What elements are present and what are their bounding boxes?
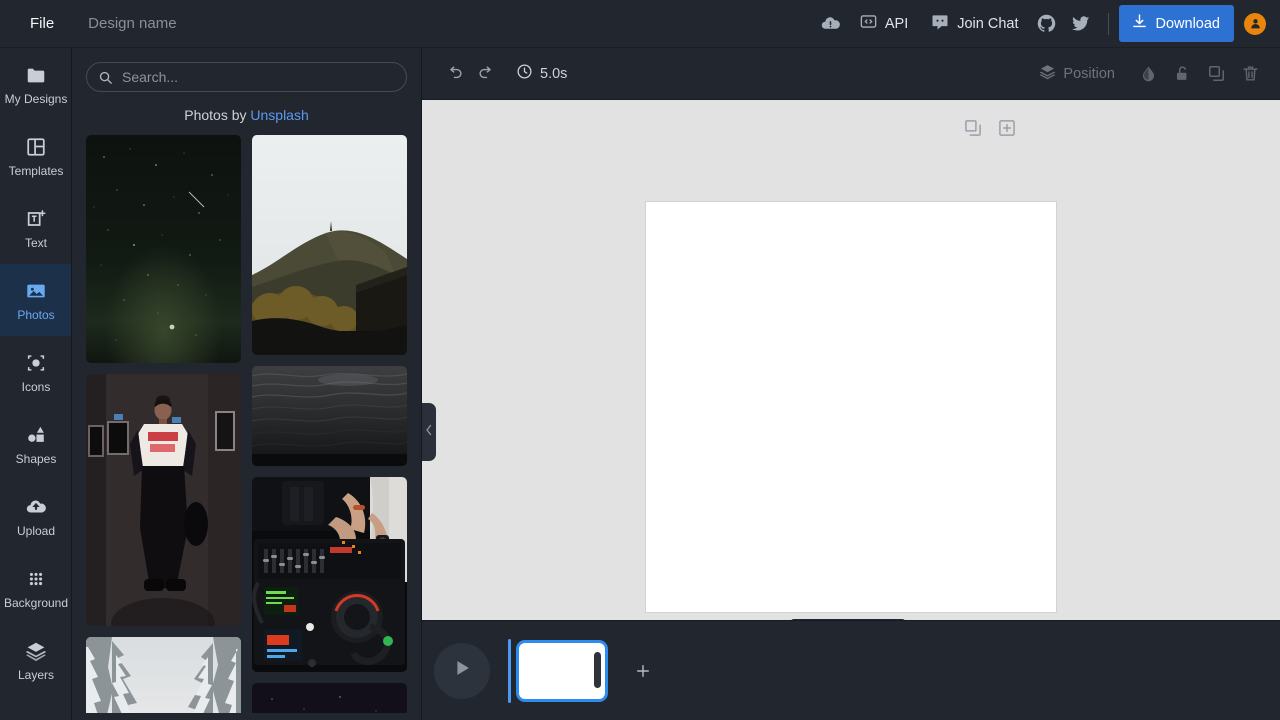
thumbnail-scrollbar[interactable] bbox=[594, 652, 601, 688]
position-label: Position bbox=[1063, 66, 1115, 82]
search-icon bbox=[98, 70, 113, 85]
search-input[interactable] bbox=[113, 69, 406, 85]
chevron-left-icon bbox=[425, 423, 433, 441]
photo-person-white-tshirt[interactable] bbox=[86, 374, 241, 626]
photo-starry-night-sky[interactable] bbox=[86, 135, 241, 363]
sidebar-label: Upload bbox=[17, 525, 55, 537]
left-sidebar-rail: My Designs Templates Text Photos Icons bbox=[0, 48, 72, 720]
photo-dark-ocean-waves[interactable] bbox=[252, 366, 407, 466]
design-name-input[interactable]: Design name bbox=[88, 15, 176, 32]
background-dots-icon bbox=[25, 568, 47, 590]
opacity-button[interactable] bbox=[1132, 58, 1164, 90]
sidebar-label: Background bbox=[4, 597, 68, 609]
top-toolbar-right: API Join Chat Download bbox=[814, 5, 1280, 42]
unlock-button[interactable] bbox=[1166, 58, 1198, 90]
page-insert-indicator bbox=[508, 639, 511, 703]
page-duration-label: 5.0s bbox=[540, 66, 567, 82]
redo-button[interactable] bbox=[470, 58, 502, 90]
workspace: 5.0s Position bbox=[422, 48, 1280, 720]
photo-snowy-forest-trees[interactable] bbox=[86, 637, 241, 713]
duplicate-page-icon[interactable] bbox=[963, 118, 983, 138]
sidebar-label: Templates bbox=[9, 165, 64, 177]
toolbar-divider bbox=[1108, 13, 1109, 35]
credit-prefix: Photos by bbox=[184, 107, 250, 123]
join-chat-label: Join Chat bbox=[957, 16, 1018, 32]
sidebar-item-resize[interactable] bbox=[0, 696, 72, 720]
download-icon bbox=[1131, 13, 1148, 34]
icons-icon bbox=[25, 352, 47, 374]
canvas-toolbar-right: Position bbox=[1030, 57, 1280, 90]
add-page-icon[interactable] bbox=[997, 118, 1017, 138]
file-menu-button[interactable]: File bbox=[22, 10, 62, 37]
canvas-page[interactable] bbox=[646, 202, 1056, 612]
search-box[interactable] bbox=[86, 62, 407, 92]
photo-misty-hill-landscape[interactable] bbox=[252, 135, 407, 355]
templates-icon bbox=[25, 136, 47, 158]
photos-column-right bbox=[252, 135, 407, 713]
photos-panel: Photos by Unsplash bbox=[72, 48, 422, 720]
sidebar-label: Photos bbox=[17, 309, 54, 321]
download-button[interactable]: Download bbox=[1119, 5, 1235, 42]
layers-icon bbox=[25, 640, 47, 662]
api-code-icon bbox=[859, 12, 878, 35]
discord-icon bbox=[930, 12, 950, 36]
undo-button[interactable] bbox=[438, 58, 470, 90]
sidebar-item-icons[interactable]: Icons bbox=[0, 336, 72, 408]
github-icon[interactable] bbox=[1030, 7, 1064, 41]
user-avatar[interactable] bbox=[1244, 13, 1266, 35]
page-duration-button[interactable]: 5.0s bbox=[508, 58, 575, 89]
twitter-icon[interactable] bbox=[1064, 7, 1098, 41]
sidebar-label: Shapes bbox=[16, 453, 57, 465]
photos-credit: Photos by Unsplash bbox=[72, 92, 421, 135]
sidebar-item-background[interactable]: Background bbox=[0, 552, 72, 624]
add-text-icon bbox=[25, 208, 47, 230]
play-icon bbox=[451, 657, 473, 684]
join-chat-button[interactable]: Join Chat bbox=[921, 7, 1027, 41]
sidebar-item-text[interactable]: Text bbox=[0, 192, 72, 264]
sidebar-label: Icons bbox=[22, 381, 51, 393]
page-thumbnail-wrap bbox=[508, 639, 608, 703]
sidebar-item-layers[interactable]: Layers bbox=[0, 624, 72, 696]
sidebar-item-upload[interactable]: Upload bbox=[0, 480, 72, 552]
sidebar-item-my-designs[interactable]: My Designs bbox=[0, 48, 72, 120]
sidebar-item-photos[interactable]: Photos bbox=[0, 264, 72, 336]
clock-icon bbox=[516, 63, 533, 84]
delete-button[interactable] bbox=[1234, 58, 1266, 90]
page-tools bbox=[963, 118, 1017, 138]
shapes-icon bbox=[25, 424, 47, 446]
sidebar-label: Text bbox=[25, 237, 47, 249]
layers-icon bbox=[1039, 63, 1056, 84]
api-label: API bbox=[885, 16, 908, 32]
download-label: Download bbox=[1156, 16, 1221, 32]
cloud-warning-icon[interactable] bbox=[814, 7, 848, 41]
photos-grid bbox=[72, 135, 421, 713]
folder-icon bbox=[25, 64, 47, 86]
sidebar-label: My Designs bbox=[5, 93, 68, 105]
canvas-toolbar: 5.0s Position bbox=[422, 48, 1280, 100]
unsplash-link[interactable]: Unsplash bbox=[250, 107, 308, 123]
panel-collapse-handle[interactable] bbox=[422, 403, 436, 461]
photo-purple-nebula-galaxy[interactable] bbox=[252, 683, 407, 713]
sidebar-item-templates[interactable]: Templates bbox=[0, 120, 72, 192]
play-button[interactable] bbox=[434, 643, 490, 699]
polotno-editor: File Design name API Join Chat bbox=[0, 0, 1280, 720]
api-button[interactable]: API bbox=[850, 7, 917, 40]
pages-strip bbox=[422, 620, 1280, 720]
photos-column-left bbox=[86, 135, 241, 713]
photo-icon bbox=[25, 280, 47, 302]
canvas-area[interactable]: Pages 38% Powered by polotno.com bbox=[422, 100, 1280, 668]
position-button[interactable]: Position bbox=[1030, 57, 1124, 90]
sidebar-label: Layers bbox=[18, 669, 54, 681]
upload-cloud-icon bbox=[25, 496, 47, 518]
duplicate-button[interactable] bbox=[1200, 58, 1232, 90]
photo-dj-mixing-console[interactable] bbox=[252, 477, 407, 672]
top-toolbar: File Design name API Join Chat bbox=[0, 0, 1280, 48]
search-container bbox=[72, 48, 421, 92]
page-thumbnail[interactable] bbox=[516, 640, 608, 702]
sidebar-item-shapes[interactable]: Shapes bbox=[0, 408, 72, 480]
add-page-button[interactable] bbox=[630, 658, 656, 684]
